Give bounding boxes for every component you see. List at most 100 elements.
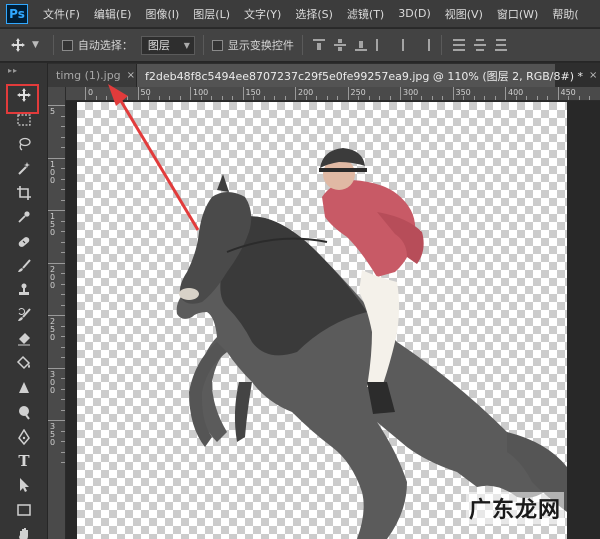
ruler-major-tick [48,105,65,106]
crop-tool-icon[interactable] [0,181,48,205]
ruler-minor-tick [253,96,254,100]
menu-help[interactable]: 帮助( [545,6,585,22]
menu-select[interactable]: 选择(S) [288,6,340,22]
menu-image[interactable]: 图像(I) [138,6,186,22]
move-tool-preset-icon[interactable] [0,37,36,53]
ruler-label: 3 0 0 [50,369,56,395]
menu-view[interactable]: 视图(V) [438,6,490,22]
ruler-minor-tick [463,96,464,100]
ruler-minor-tick [337,96,338,100]
menu-edit[interactable]: 编辑(E) [87,6,139,22]
blur-tool-icon[interactable] [0,376,48,400]
menu-type[interactable]: 文字(Y) [237,6,288,22]
ruler-minor-tick [61,462,65,463]
ruler-label: 3 5 0 [50,422,56,447]
type-tool-icon[interactable]: T [0,449,48,473]
ruler-minor-tick [61,126,65,127]
divider [440,35,442,55]
paint-bucket-tool-icon[interactable] [0,351,48,375]
canvas-workspace[interactable] [67,102,600,539]
ruler-minor-tick [61,399,65,400]
rectangle-tool-icon[interactable] [0,498,48,522]
tools-panel: ▸▸ T [0,63,48,539]
document-canvas[interactable] [77,102,567,539]
align-left-icon[interactable] [375,39,388,51]
distribute-center-icon[interactable] [473,39,486,51]
ruler-minor-tick [61,220,65,222]
ruler-minor-tick [179,96,181,100]
ruler-origin[interactable] [48,87,66,101]
align-top-icon[interactable] [312,39,325,51]
ruler-major-tick [48,262,65,264]
ruler-major-tick [48,157,65,159]
auto-select-checkbox[interactable] [61,39,73,51]
path-selection-tool-icon[interactable] [0,473,48,497]
horse-rider-artwork [176,148,567,539]
chevron-down-icon[interactable]: ▼ [32,40,39,50]
menu-window[interactable]: 窗口(W) [490,6,545,22]
ruler-minor-tick [200,96,202,100]
ruler-minor-tick [368,96,370,100]
close-icon[interactable]: × [127,70,135,81]
distribute-bottom-icon[interactable] [494,39,507,51]
menu-filter[interactable]: 滤镜(T) [340,6,391,22]
photoshop-logo[interactable]: Ps [6,3,28,24]
ruler-minor-tick [410,96,412,100]
history-brush-tool-icon[interactable] [0,303,48,327]
ruler-minor-tick [61,451,65,453]
align-right-icon[interactable] [418,39,430,51]
ruler-minor-tick [61,441,65,442]
ruler-minor-tick [263,96,265,100]
ruler-major-tick [505,87,506,100]
tab-f2deb48f[interactable]: f2deb48f8c5494ee8707237c29f5e0fe99257ea9… [137,64,597,87]
ruler-major-tick [48,367,65,369]
ruler-label: 5 [50,107,56,116]
magic-wand-tool-icon[interactable] [0,156,48,180]
align-bottom-icon[interactable] [354,39,367,51]
ruler-label: 1 5 0 [50,212,56,237]
ruler-minor-tick [61,409,65,411]
auto-select-target-dropdown[interactable]: 图层 ▼ [140,35,195,55]
dodge-tool-icon[interactable] [0,400,48,424]
eraser-tool-icon[interactable] [0,327,48,351]
ruler-minor-tick [61,199,65,201]
ruler-minor-tick [389,96,391,100]
show-transform-checkbox[interactable] [211,39,223,51]
align-vertical-center-icon[interactable] [333,39,346,51]
menu-3d[interactable]: 3D(D) [391,7,438,20]
ruler-minor-tick [61,357,65,358]
align-horizontal-center-icon[interactable] [397,39,409,51]
brush-tool-icon[interactable] [0,254,48,278]
ruler-major-tick [242,87,244,100]
pen-tool-icon[interactable] [0,424,48,448]
ruler-minor-tick [274,96,275,100]
ruler-minor-tick [127,96,128,100]
tab-label: f2deb48f8c5494ee8707237c29f5e0fe99257ea9… [145,69,584,83]
distribute-top-icon[interactable] [452,39,465,51]
ruler-minor-tick [431,96,433,100]
ruler-minor-tick [326,96,328,100]
menu-bar: Ps 文件(F) 编辑(E) 图像(I) 图层(L) 文字(Y) 选择(S) 滤… [0,0,600,28]
horizontal-ruler[interactable]: 0 50 100 150 200 250 300 350 400 450 [66,87,600,101]
hand-tool-icon[interactable] [0,522,48,539]
auto-select-target-value: 图层 [147,39,170,52]
ruler-major-tick [295,87,296,100]
lasso-tool-icon[interactable] [0,132,48,156]
close-icon[interactable]: × [589,70,597,81]
ruler-minor-tick [61,231,65,232]
clone-stamp-tool-icon[interactable] [0,278,48,302]
healing-brush-tool-icon[interactable] [0,229,48,253]
ruler-minor-tick [536,96,538,100]
menu-file[interactable]: 文件(F) [36,6,87,22]
align-buttons [312,35,507,55]
ruler-major-tick [85,87,86,100]
options-bar: ▼ 自动选择： 图层 ▼ 显示变换控件 [0,29,600,62]
panel-grip[interactable]: ▸▸ [0,63,47,83]
ruler-minor-tick [61,252,65,253]
vertical-ruler[interactable]: 5 1 0 0 1 5 0 2 0 0 2 5 0 3 0 0 3 5 0 [48,101,66,539]
ruler-label: 2 5 0 [50,317,56,342]
eyedropper-tool-icon[interactable] [0,205,48,229]
ruler-minor-tick [169,96,170,100]
menu-layer[interactable]: 图层(L) [186,6,237,22]
tab-timg[interactable]: timg (1).jpg × [48,64,137,87]
